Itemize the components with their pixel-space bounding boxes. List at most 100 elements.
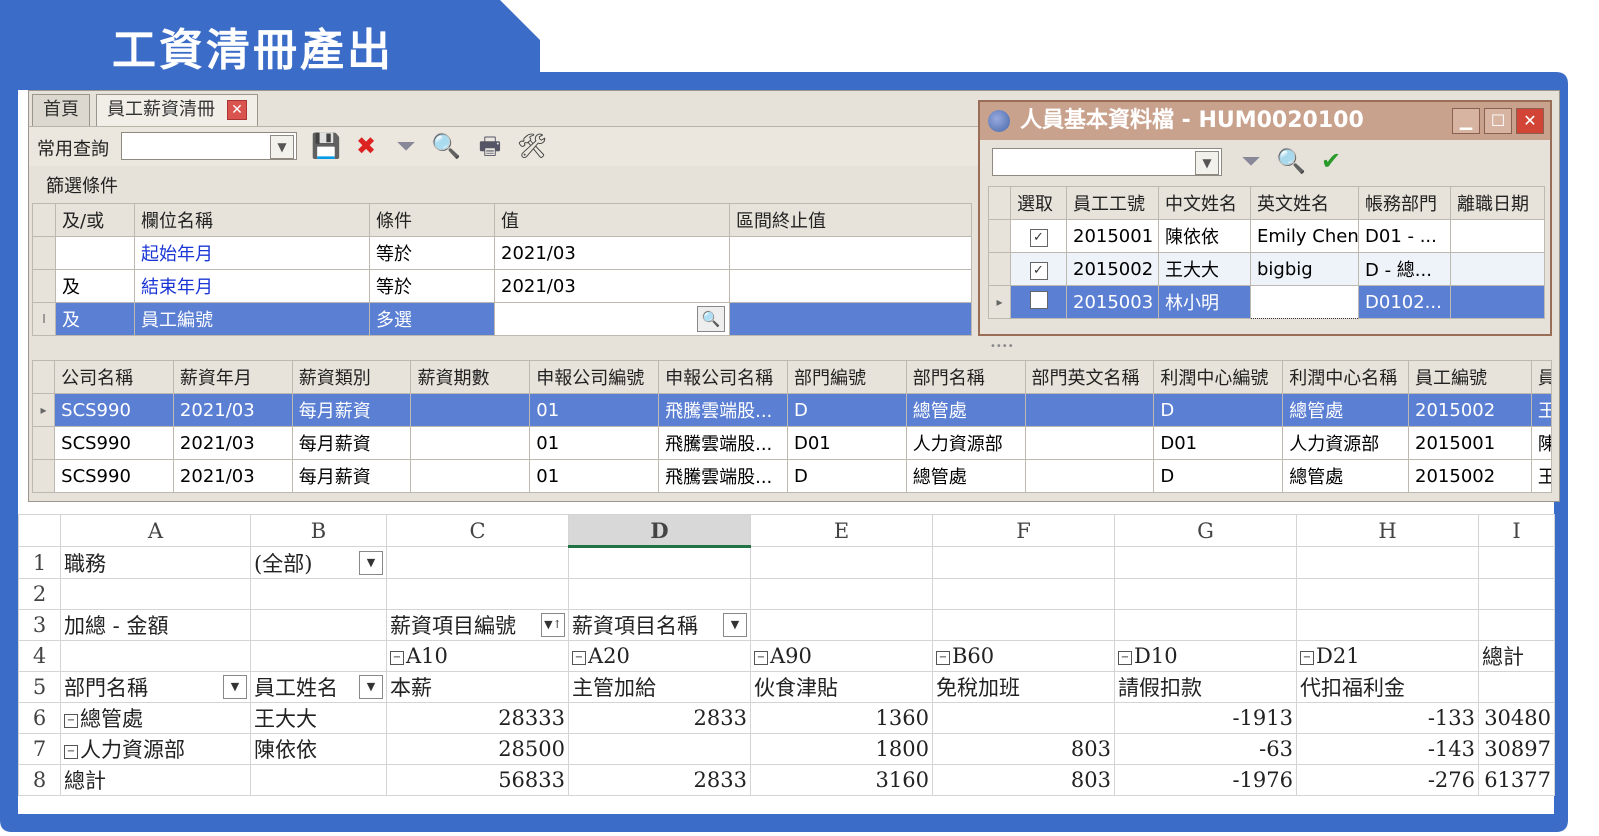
- query-select[interactable]: ▼: [121, 132, 297, 160]
- col-header[interactable]: H: [1296, 514, 1479, 547]
- cell[interactable]: -63: [1114, 733, 1297, 765]
- tools-icon[interactable]: 🛠: [515, 132, 549, 160]
- checkbox[interactable]: ✓: [1029, 262, 1048, 280]
- result-col-header[interactable]: 員: [1530, 360, 1553, 394]
- table-row[interactable]: ✓ 2015002 王大大 bigbig D - 總...: [988, 252, 1545, 286]
- cell-filter[interactable]: 薪資項目編號 ▼↑: [386, 609, 569, 641]
- search-icon[interactable]: 🔍: [697, 306, 725, 332]
- cell[interactable]: [568, 733, 751, 765]
- collapse-icon[interactable]: −: [936, 650, 950, 665]
- col-header[interactable]: E: [750, 514, 933, 547]
- row-header[interactable]: 8: [18, 764, 61, 796]
- print-icon[interactable]: 🖶: [473, 132, 507, 160]
- cell-filter[interactable]: 部門名稱 ▼: [60, 671, 251, 703]
- table-row[interactable]: ▸ SCS990 2021/03 每月薪資 01 飛騰雲端股... D 總管處 D 總管處 201…: [31, 393, 1553, 427]
- cell[interactable]: 3160: [750, 764, 933, 796]
- cell[interactable]: -1913: [1114, 702, 1297, 734]
- col-header[interactable]: I: [1478, 514, 1555, 547]
- maximize-icon[interactable]: ☐: [1484, 108, 1512, 134]
- cell[interactable]: 803: [932, 764, 1115, 796]
- col-header[interactable]: C: [386, 514, 569, 547]
- cell[interactable]: 主管加給: [568, 671, 751, 703]
- cell[interactable]: 總計: [1478, 640, 1555, 672]
- cell[interactable]: 61377: [1478, 764, 1555, 796]
- cell-filter[interactable]: 薪資項目名稱 ▼: [568, 609, 751, 641]
- result-col-header[interactable]: 薪資年月: [172, 360, 293, 394]
- cell[interactable]: 王大大: [250, 702, 387, 734]
- cell[interactable]: 2833: [568, 764, 751, 796]
- cell[interactable]: 56833: [386, 764, 569, 796]
- cell[interactable]: 陳依依: [250, 733, 387, 765]
- collapse-icon[interactable]: −: [390, 650, 404, 665]
- collapse-icon[interactable]: −: [572, 650, 586, 665]
- result-col-header[interactable]: 部門編號: [786, 360, 907, 394]
- cell[interactable]: − A90: [750, 640, 933, 672]
- select-all-corner[interactable]: [18, 514, 61, 547]
- value-cell-editor[interactable]: 🔍: [494, 302, 730, 336]
- cell[interactable]: 1360: [750, 702, 933, 734]
- cell[interactable]: − A10: [386, 640, 569, 672]
- end-cell[interactable]: [729, 269, 972, 303]
- cell[interactable]: 免稅加班: [932, 671, 1115, 703]
- filter-row[interactable]: 起始年月 等於 2021/03: [32, 236, 972, 270]
- filter-icon[interactable]: ⏷: [389, 132, 423, 160]
- row-header[interactable]: 1: [18, 546, 61, 579]
- collapse-icon[interactable]: −: [64, 744, 78, 759]
- cell[interactable]: 28500: [386, 733, 569, 765]
- andor-cell[interactable]: 及: [55, 302, 135, 336]
- filter-row-selected[interactable]: I 及 員工編號 多選 🔍: [32, 302, 972, 336]
- cell[interactable]: -276: [1296, 764, 1479, 796]
- chevron-down-icon[interactable]: ▼: [1195, 151, 1219, 175]
- result-col-header[interactable]: 員工編號: [1408, 360, 1532, 394]
- dropdown-icon[interactable]: ▼: [223, 675, 247, 699]
- ename-editor[interactable]: [1250, 285, 1359, 319]
- result-col-header[interactable]: 部門名稱: [905, 360, 1026, 394]
- row-header[interactable]: 5: [18, 671, 61, 703]
- end-cell[interactable]: [729, 236, 972, 270]
- result-col-header[interactable]: 利潤中心編號: [1153, 360, 1284, 394]
- cell[interactable]: -1976: [1114, 764, 1297, 796]
- collapse-icon[interactable]: −: [1118, 650, 1132, 665]
- col-header[interactable]: F: [932, 514, 1115, 547]
- table-row-selected[interactable]: ▸ 2015003 林小明 D0102...: [988, 285, 1545, 319]
- checkbox[interactable]: ✓: [1029, 229, 1048, 247]
- result-col-header[interactable]: 利潤中心名稱: [1282, 360, 1410, 394]
- result-col-header[interactable]: 部門英文名稱: [1024, 360, 1155, 394]
- save-icon[interactable]: 💾: [309, 132, 343, 160]
- cell[interactable]: − D10: [1114, 640, 1297, 672]
- cell[interactable]: -133: [1296, 702, 1479, 734]
- collapse-icon[interactable]: −: [754, 650, 768, 665]
- collapse-icon[interactable]: −: [64, 713, 78, 728]
- col-header[interactable]: G: [1114, 514, 1297, 547]
- collapse-icon[interactable]: −: [1300, 650, 1314, 665]
- cell-filter[interactable]: 員工姓名 ▼: [250, 671, 387, 703]
- search-icon[interactable]: 🔍: [1274, 147, 1308, 175]
- cond-cell[interactable]: 等於: [369, 236, 495, 270]
- cell[interactable]: 803: [932, 733, 1115, 765]
- row-header[interactable]: 4: [18, 640, 61, 672]
- confirm-check-icon[interactable]: ✔: [1314, 147, 1348, 175]
- cell[interactable]: 加總 - 金額: [60, 609, 251, 641]
- cell[interactable]: 本薪: [386, 671, 569, 703]
- cell[interactable]: − 總管處: [60, 702, 251, 734]
- value-cell[interactable]: 2021/03: [494, 269, 730, 303]
- row-header[interactable]: 3: [18, 609, 61, 641]
- cell[interactable]: 職務: [60, 546, 251, 579]
- andor-cell[interactable]: 及: [55, 269, 135, 303]
- result-col-header[interactable]: 申報公司編號: [529, 360, 660, 394]
- cell[interactable]: − B60: [932, 640, 1115, 672]
- row-header[interactable]: 6: [18, 702, 61, 734]
- cond-cell[interactable]: 等於: [369, 269, 495, 303]
- minimize-icon[interactable]: ▁: [1452, 108, 1480, 134]
- popup-query-select[interactable]: ▼: [992, 148, 1222, 176]
- row-header[interactable]: 7: [18, 733, 61, 765]
- cell[interactable]: [932, 702, 1115, 734]
- result-col-header[interactable]: 申報公司名稱: [658, 360, 788, 394]
- andor-cell[interactable]: [55, 236, 135, 270]
- result-col-header[interactable]: 公司名稱: [54, 360, 174, 394]
- value-cell[interactable]: 2021/03: [494, 236, 730, 270]
- filter-icon[interactable]: ⏷: [1234, 147, 1268, 175]
- tab-home[interactable]: 首頁: [32, 94, 90, 126]
- field-cell[interactable]: 結束年月: [134, 269, 370, 303]
- cell[interactable]: 28333: [386, 702, 569, 734]
